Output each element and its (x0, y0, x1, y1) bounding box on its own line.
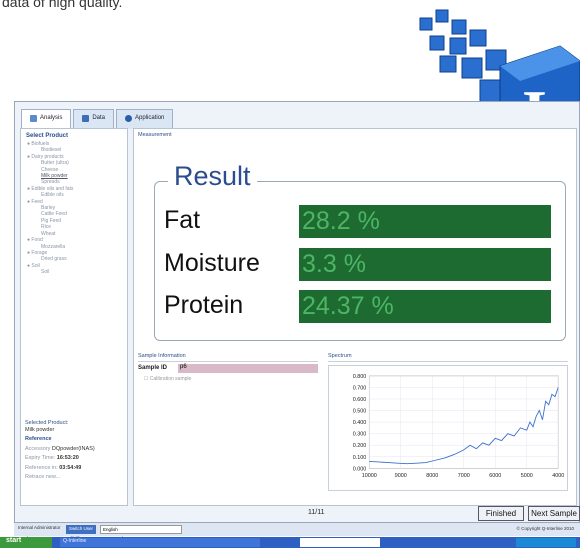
measurement-label: Measurement (138, 132, 172, 138)
y-tick-label: 0.300 (353, 432, 367, 438)
taskbar-item[interactable]: Q-Interline (60, 538, 260, 547)
analysis-icon (30, 115, 37, 122)
tab-analysis[interactable]: Analysis (21, 109, 72, 129)
result-label: Protein (164, 291, 244, 319)
result-label: Fat (164, 206, 201, 234)
caption-text: data of high quality. (2, 0, 123, 10)
taskbar-search[interactable] (300, 538, 380, 547)
product-tree: ● Biofuels Biodiesel ● Dairy products Butte… (21, 141, 127, 276)
switch-user-button[interactable]: Switch User (66, 525, 97, 534)
x-tick-label: 6000 (489, 473, 501, 479)
measurement-panel: Measurement Result Fat 28.2 % Moisture 3… (133, 128, 577, 506)
x-tick-label: 7000 (458, 473, 470, 479)
spectrum-chart: 0.800 0.700 0.600 0.500 0.400 0.300 0.200 0.100… (328, 365, 568, 491)
retrace-link[interactable]: Retrace new... (25, 473, 95, 483)
result-row-moisture: Moisture (164, 249, 298, 278)
y-tick-label: 0.800 (353, 374, 367, 380)
x-tick-label: 10000 (362, 473, 377, 479)
language-select[interactable]: English (100, 525, 182, 534)
app-window: Analysis Data Application Select Product… (14, 101, 580, 544)
x-tick-label: 9000 (395, 473, 407, 479)
reference-in-label: Reference in: (25, 464, 58, 471)
product-panel: Select Product ● Biofuels Biodiesel ● Dair… (20, 128, 128, 544)
next-sample-button[interactable]: Next Sample (528, 506, 580, 521)
accessory-label: Accessory (25, 445, 51, 452)
calibration-checkbox[interactable]: ☐ Calibration sample (144, 376, 191, 382)
finished-button[interactable]: Finished (478, 506, 524, 521)
selected-product-info: Selected Product: Milk powder Reference … (25, 419, 95, 483)
copyright-text: © Copyright Q-Interline 2010 (516, 526, 574, 531)
tab-bar: Analysis Data Application (21, 109, 174, 129)
y-tick-label: 0.500 (353, 409, 367, 415)
sample-info-label: Sample Information (138, 353, 186, 359)
sample-id-input[interactable]: p6 (178, 364, 318, 373)
y-tick-label: 0.100 (353, 455, 367, 461)
y-tick-label: 0.600 (353, 397, 367, 403)
user-label: Internal Administrator (18, 525, 61, 530)
y-tick-label: 0.700 (353, 385, 367, 391)
result-value-protein: 24.37 % (299, 290, 551, 323)
y-tick-label: 0.000 (353, 466, 367, 472)
result-label: Moisture (164, 249, 260, 277)
reference-in-value: 03:54:49 (59, 464, 82, 471)
select-product-title: Select Product (26, 133, 69, 139)
result-row-fat: Fat (164, 206, 298, 235)
y-tick-label: 0.200 (353, 443, 367, 449)
system-tray (516, 538, 576, 547)
data-icon (82, 115, 90, 122)
expiry-value: 16:53:20 (56, 455, 79, 461)
taskbar: start Q-Interline (0, 537, 580, 548)
tab-application[interactable]: Application (116, 109, 174, 129)
expiry-label: Expiry Time: (25, 455, 56, 461)
result-title: Result (168, 161, 257, 192)
result-row-protein: Protein (164, 291, 298, 320)
x-tick-label: 8000 (426, 473, 438, 479)
page-counter: 11/11 (308, 509, 325, 516)
accessory-value: DQpowder(INAS) (51, 445, 95, 452)
sample-id-label: Sample ID (138, 365, 168, 371)
start-button[interactable]: start (0, 537, 52, 548)
status-bar: Internal Administrator Switch User Engli… (14, 522, 580, 536)
tree-item[interactable]: Soil (27, 269, 127, 275)
x-tick-label: 5000 (521, 473, 533, 479)
reference-label: Reference (25, 436, 52, 442)
result-value-fat: 28.2 % (299, 205, 551, 238)
x-tick-label: 4000 (552, 473, 564, 479)
tab-data[interactable]: Data (73, 109, 115, 129)
result-value-moisture: 3.3 % (299, 248, 551, 281)
y-tick-label: 0.400 (353, 420, 367, 426)
application-icon (125, 115, 133, 122)
spectrum-label: Spectrum (328, 353, 352, 359)
